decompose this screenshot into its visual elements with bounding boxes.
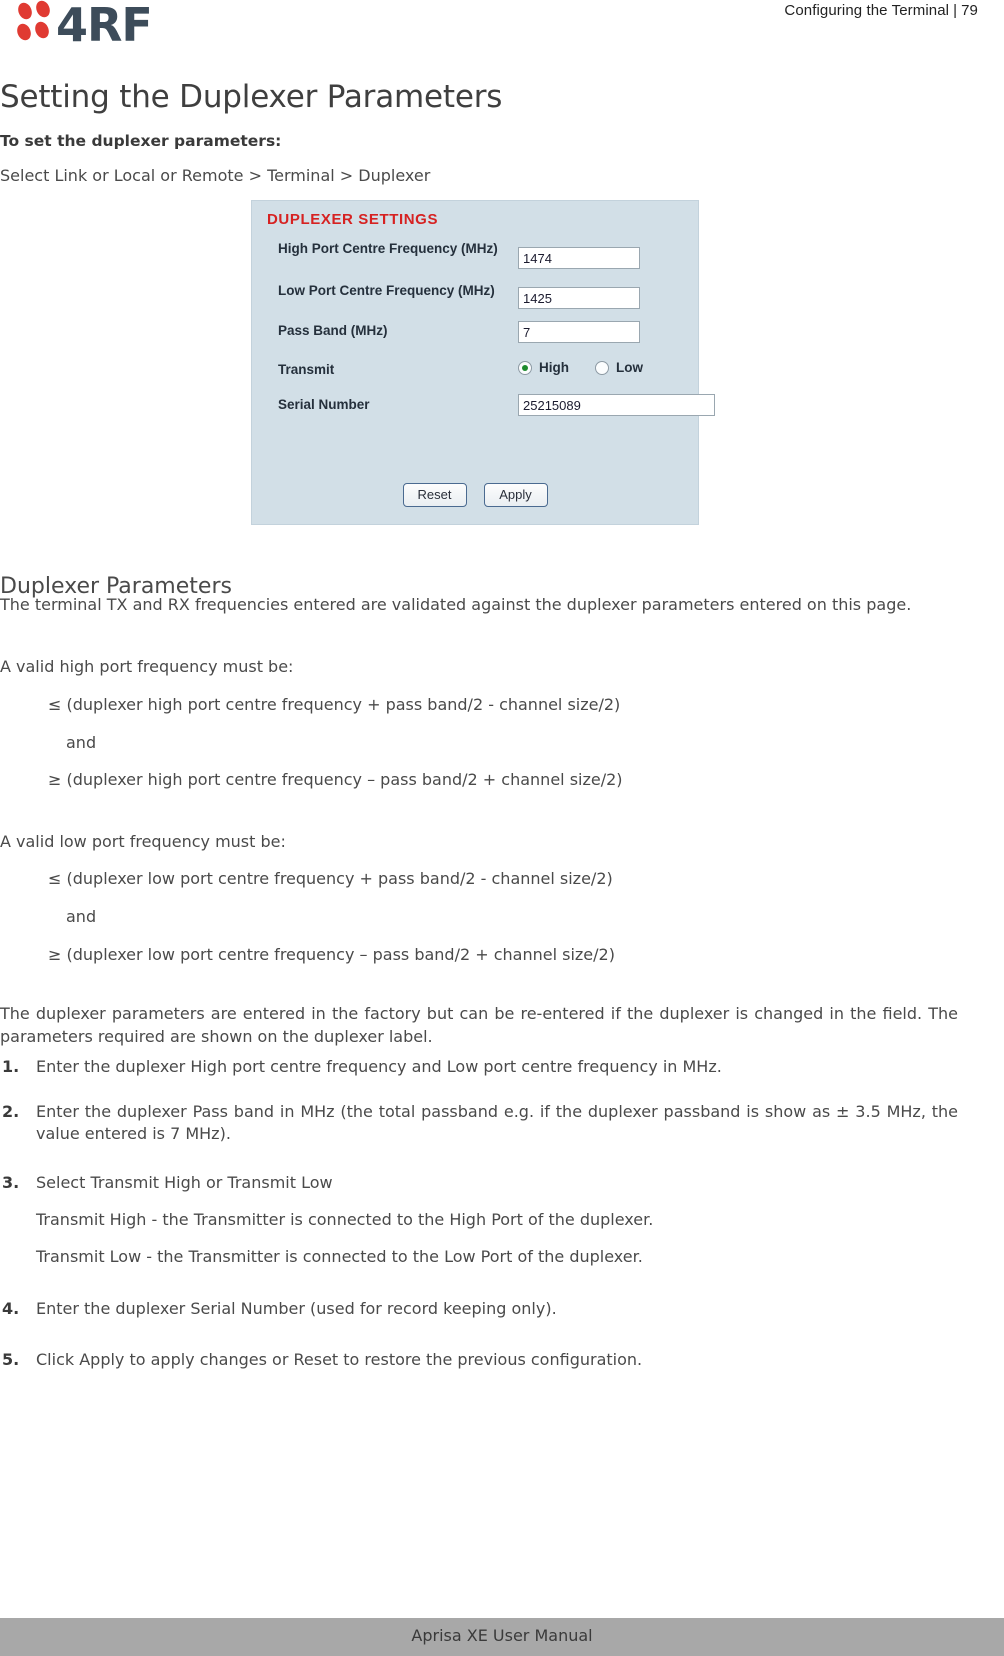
page-header: 4RF Configuring the Terminal | 79 bbox=[0, 0, 1004, 56]
transmit-label: Transmit bbox=[278, 362, 335, 377]
high-port-lead: A valid high port frequency must be: bbox=[0, 657, 294, 676]
field-row-serial-number: Serial Number 25215089 bbox=[278, 394, 715, 431]
low-port-lead: A valid low port frequency must be: bbox=[0, 832, 286, 851]
page-title: Setting the Duplexer Parameters bbox=[0, 78, 503, 115]
low-port-conjunction: and bbox=[66, 907, 97, 926]
step-item: 4. Enter the duplexer Serial Number (use… bbox=[0, 1298, 958, 1321]
serial-number-label: Serial Number bbox=[278, 397, 370, 412]
high-port-condition-2: ≥ (duplexer high port centre frequency –… bbox=[48, 770, 623, 789]
step-item: 3. Select Transmit High or Transmit Low … bbox=[0, 1172, 958, 1268]
step-number: 4. bbox=[2, 1299, 20, 1319]
footer-text: Aprisa XE User Manual bbox=[411, 1626, 593, 1645]
4rf-logo-icon: 4RF bbox=[17, 0, 153, 50]
transmit-high-radio[interactable] bbox=[518, 360, 532, 375]
serial-number-input[interactable]: 25215089 bbox=[518, 394, 715, 416]
breadcrumb-separator: | bbox=[953, 2, 958, 19]
step-number: 1. bbox=[2, 1057, 20, 1076]
field-row-transmit: Transmit High Low bbox=[278, 360, 698, 397]
duplexer-settings-title: DUPLEXER SETTINGS bbox=[267, 211, 439, 228]
step-text: Enter the duplexer Serial Number (used f… bbox=[36, 1299, 557, 1319]
4rf-logo: 4RF bbox=[14, 0, 194, 50]
step-sub-text: Transmit High - the Transmitter is conne… bbox=[36, 1209, 654, 1229]
high-port-condition-1: ≤ (duplexer high port centre frequency +… bbox=[48, 695, 621, 714]
step-item: 1. Enter the duplexer High port centre f… bbox=[0, 1056, 958, 1079]
intro-block: To set the duplexer parameters: Select L… bbox=[0, 132, 958, 185]
transmit-radio-group: High Low bbox=[518, 360, 643, 375]
reset-button[interactable]: Reset bbox=[402, 483, 467, 507]
low-port-input[interactable]: 1425 bbox=[518, 287, 640, 309]
step-text: Enter the duplexer Pass band in MHz (the… bbox=[36, 1101, 958, 1144]
factory-paragraph: The duplexer parameters are entered in t… bbox=[0, 1004, 958, 1046]
svg-text:4RF: 4RF bbox=[56, 0, 152, 50]
low-port-label-line1: Low Port Centre Frequency (MHz) bbox=[278, 283, 495, 298]
high-port-label: High Port Centre Frequency (MHz) bbox=[278, 241, 498, 257]
high-port-input[interactable]: 1474 bbox=[518, 247, 640, 269]
step-number: 2. bbox=[2, 1101, 20, 1121]
page-number: 79 bbox=[961, 2, 978, 19]
transmit-low-label: Low bbox=[616, 360, 643, 375]
intro-path-line: Select Link or Local or Remote > Termina… bbox=[0, 166, 431, 185]
transmit-high-label: High bbox=[539, 360, 569, 375]
transmit-low-radio[interactable] bbox=[595, 360, 609, 375]
duplexer-settings-screenshot: DUPLEXER SETTINGS High Port Centre Frequ… bbox=[251, 200, 715, 525]
document-page: 4RF Configuring the Terminal | 79 Setting … bbox=[0, 0, 1004, 1656]
pass-band-label: Pass Band (MHz) bbox=[278, 323, 388, 338]
step-sub-text: Transmit Low - the Transmitter is connec… bbox=[36, 1246, 643, 1266]
step-number: 5. bbox=[2, 1350, 20, 1370]
step-text: Enter the duplexer High port centre freq… bbox=[36, 1057, 722, 1076]
apply-button[interactable]: Apply bbox=[483, 483, 548, 507]
duplexer-settings-buttons: Reset Apply bbox=[252, 483, 698, 507]
low-port-condition-2: ≥ (duplexer low port centre frequency – … bbox=[48, 945, 615, 964]
intro-bold-line: To set the duplexer parameters: bbox=[0, 132, 282, 150]
breadcrumb-section: Configuring the Terminal bbox=[784, 2, 950, 19]
step-item: 2. Enter the duplexer Pass band in MHz (… bbox=[0, 1101, 958, 1146]
low-port-condition-1: ≤ (duplexer low port centre frequency + … bbox=[48, 869, 613, 888]
low-port-label: Low Port Centre Frequency (MHz) bbox=[278, 283, 498, 299]
step-item: 5. Click Apply to apply changes or Reset… bbox=[0, 1349, 958, 1372]
step-text: Select Transmit High or Transmit Low bbox=[36, 1173, 333, 1193]
field-row-pass-band: Pass Band (MHz) 7 bbox=[278, 321, 698, 362]
high-port-conjunction: and bbox=[66, 733, 97, 752]
instruction-steps: 1. Enter the duplexer High port centre f… bbox=[0, 1056, 958, 1394]
header-breadcrumb: Configuring the Terminal | 79 bbox=[784, 2, 978, 19]
field-row-low-port: Low Port Centre Frequency (MHz) 1425 bbox=[278, 283, 698, 323]
step-number: 3. bbox=[2, 1173, 20, 1193]
section-intro-paragraph: The terminal TX and RX frequencies enter… bbox=[0, 595, 912, 614]
field-row-high-port: High Port Centre Frequency (MHz) 1474 bbox=[278, 241, 698, 283]
duplexer-settings-fields: High Port Centre Frequency (MHz) 1474 Lo… bbox=[278, 241, 715, 431]
pass-band-input[interactable]: 7 bbox=[518, 321, 640, 343]
high-port-label-line1: High Port Centre Frequency (MHz) bbox=[278, 241, 498, 256]
step-text: Click Apply to apply changes or Reset to… bbox=[36, 1350, 643, 1370]
